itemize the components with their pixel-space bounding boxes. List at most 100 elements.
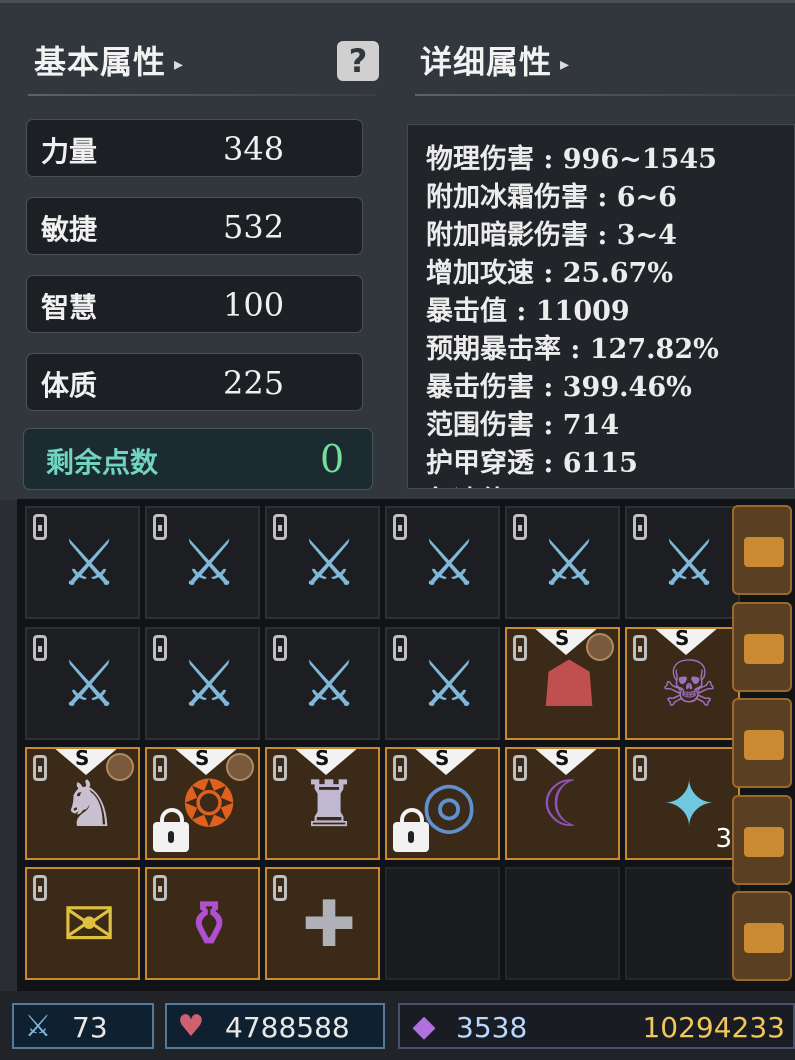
stat-strength: 力量 348 (26, 119, 363, 177)
scythe-icon: ☾ (540, 768, 598, 842)
chest-icon[interactable] (732, 698, 792, 788)
basic-attributes-title: 基本属性 (34, 43, 167, 81)
inventory-slot[interactable]: ☗ S (505, 627, 620, 740)
chest-icon[interactable] (732, 505, 792, 595)
detail-line: 预期暴击率 : 127.82% (426, 334, 719, 365)
greaves-icon: ♜ (300, 768, 358, 842)
item-count: 3 (715, 824, 732, 854)
inventory-slot[interactable]: ⚔ (385, 506, 500, 619)
stat-value: 100 (223, 286, 285, 324)
inventory-slot[interactable]: ⚔ (265, 506, 380, 619)
stat-value: 225 (223, 364, 285, 402)
link-icon (633, 635, 647, 661)
inventory-slot[interactable]: ♜ S (265, 747, 380, 860)
crossbow-icon: ⚔ (300, 648, 358, 722)
link-icon (393, 514, 407, 540)
link-icon (153, 635, 167, 661)
link-icon (153, 875, 167, 901)
link-icon (393, 635, 407, 661)
remaining-points: 剩余点数 0 (23, 428, 373, 490)
dagger-icon: ✚ (302, 888, 356, 962)
stat-label: 体质 (41, 369, 98, 402)
crossbow-icon: ⚔ (420, 527, 478, 601)
chest-icon[interactable] (732, 602, 792, 692)
empty-slot[interactable] (505, 867, 620, 980)
inventory-slot[interactable]: ✦ 3 (625, 747, 740, 860)
inventory-slot[interactable]: ⚔ (25, 506, 140, 619)
stat-label: 敏捷 (41, 213, 98, 246)
empty-slot[interactable] (625, 867, 740, 980)
inventory-slot[interactable]: ⚱ (145, 867, 260, 980)
link-icon (273, 755, 287, 781)
inventory-slot[interactable]: ❂ S (145, 747, 260, 860)
s-rank-badge-label: S (195, 747, 210, 770)
help-icon[interactable]: ? (337, 41, 379, 81)
detail-line: 附加暗影伤害 : 3~4 (426, 220, 677, 251)
crossbow-icon: ⚔ (180, 648, 238, 722)
inventory-slot[interactable]: ◎ S (385, 747, 500, 860)
link-icon (513, 635, 527, 661)
link-icon (33, 875, 47, 901)
detail-line: 增加攻速 : 25.67% (426, 258, 673, 289)
detail-attributes-header[interactable]: 详细属性 ▸ (420, 37, 570, 83)
link-icon (393, 755, 407, 781)
link-icon (273, 875, 287, 901)
resource-keys-value: 73 (72, 1011, 108, 1044)
chest-icon[interactable] (732, 795, 792, 885)
link-icon (513, 755, 527, 781)
crossbow-icon: ⚔ (300, 527, 358, 601)
crossbow-icon: ⚔ (60, 648, 118, 722)
lock-icon (153, 808, 189, 852)
resource-hearts-value: 4788588 (225, 1011, 350, 1044)
inventory-slot[interactable]: ⚔ (25, 627, 140, 740)
purple-gem-icon: ◆ (412, 1009, 436, 1044)
crossbow-icon: ⚔ (24, 1009, 52, 1044)
detail-stats-list[interactable]: 物理伤害 : 996~1545 附加冰霜伤害 : 6~6 附加暗影伤害 : 3~… (407, 124, 795, 489)
inventory-slot[interactable]: ✉ (25, 867, 140, 980)
inventory-slot[interactable]: ⚔ (385, 627, 500, 740)
s-rank-badge-label: S (435, 747, 450, 770)
detail-line: 范围伤害 : 714 (426, 410, 620, 441)
stat-constitution: 体质 225 (26, 353, 363, 411)
divider (415, 94, 795, 96)
stat-agility: 敏捷 532 (26, 197, 363, 255)
detail-line: 急速值 : 1217 (426, 479, 611, 488)
link-icon (33, 635, 47, 661)
link-icon (513, 514, 527, 540)
attributes-panel: 基本属性 ▸ ? 详细属性 ▸ 力量 348 敏捷 532 智慧 100 体质 22… (0, 0, 795, 500)
link-icon (153, 755, 167, 781)
s-rank-badge-label: S (315, 747, 330, 770)
s-rank-badge-label: S (555, 747, 570, 770)
stat-label: 力量 (41, 135, 98, 168)
inventory-slot[interactable]: ⚔ (145, 627, 260, 740)
chest-icon[interactable] (732, 891, 792, 981)
crossbow-icon: ⚔ (60, 527, 118, 601)
inventory-slot[interactable]: ⚔ (505, 506, 620, 619)
inventory-slot[interactable]: ⚔ (265, 627, 380, 740)
resource-bar: ⚔ 73 ♥ 4788588 ◆ 3538 10294233 (0, 991, 795, 1060)
remaining-points-label: 剩余点数 (46, 446, 159, 479)
basic-attributes-header[interactable]: 基本属性 ▸ (34, 37, 184, 83)
crossbow-icon: ⚔ (540, 527, 598, 601)
link-icon (633, 514, 647, 540)
resource-hearts: ♥ 4788588 (165, 1003, 385, 1049)
inventory-slot[interactable]: ⚔ (625, 506, 740, 619)
crossbow-icon: ⚔ (420, 648, 478, 722)
inventory-slot[interactable]: ✚ (265, 867, 380, 980)
heart-shield-icon: ♥ (177, 1009, 205, 1044)
lock-icon (393, 808, 429, 852)
crossbow-icon: ⚔ (180, 527, 238, 601)
s-rank-badge-label: S (75, 747, 90, 770)
detail-attributes-title: 详细属性 (420, 43, 553, 81)
remaining-points-value: 0 (320, 437, 345, 481)
inventory-slot[interactable]: ♞ S (25, 747, 140, 860)
stat-value: 348 (223, 130, 285, 168)
detail-line: 物理伤害 : 996~1545 (426, 144, 717, 175)
inventory-slot[interactable]: ☠ S (625, 627, 740, 740)
empty-slot[interactable] (385, 867, 500, 980)
dropdown-arrow-icon: ▸ (560, 54, 571, 75)
link-icon (33, 755, 47, 781)
inventory-slot[interactable]: ⚔ (145, 506, 260, 619)
link-icon (273, 635, 287, 661)
inventory-slot[interactable]: ☾ S (505, 747, 620, 860)
